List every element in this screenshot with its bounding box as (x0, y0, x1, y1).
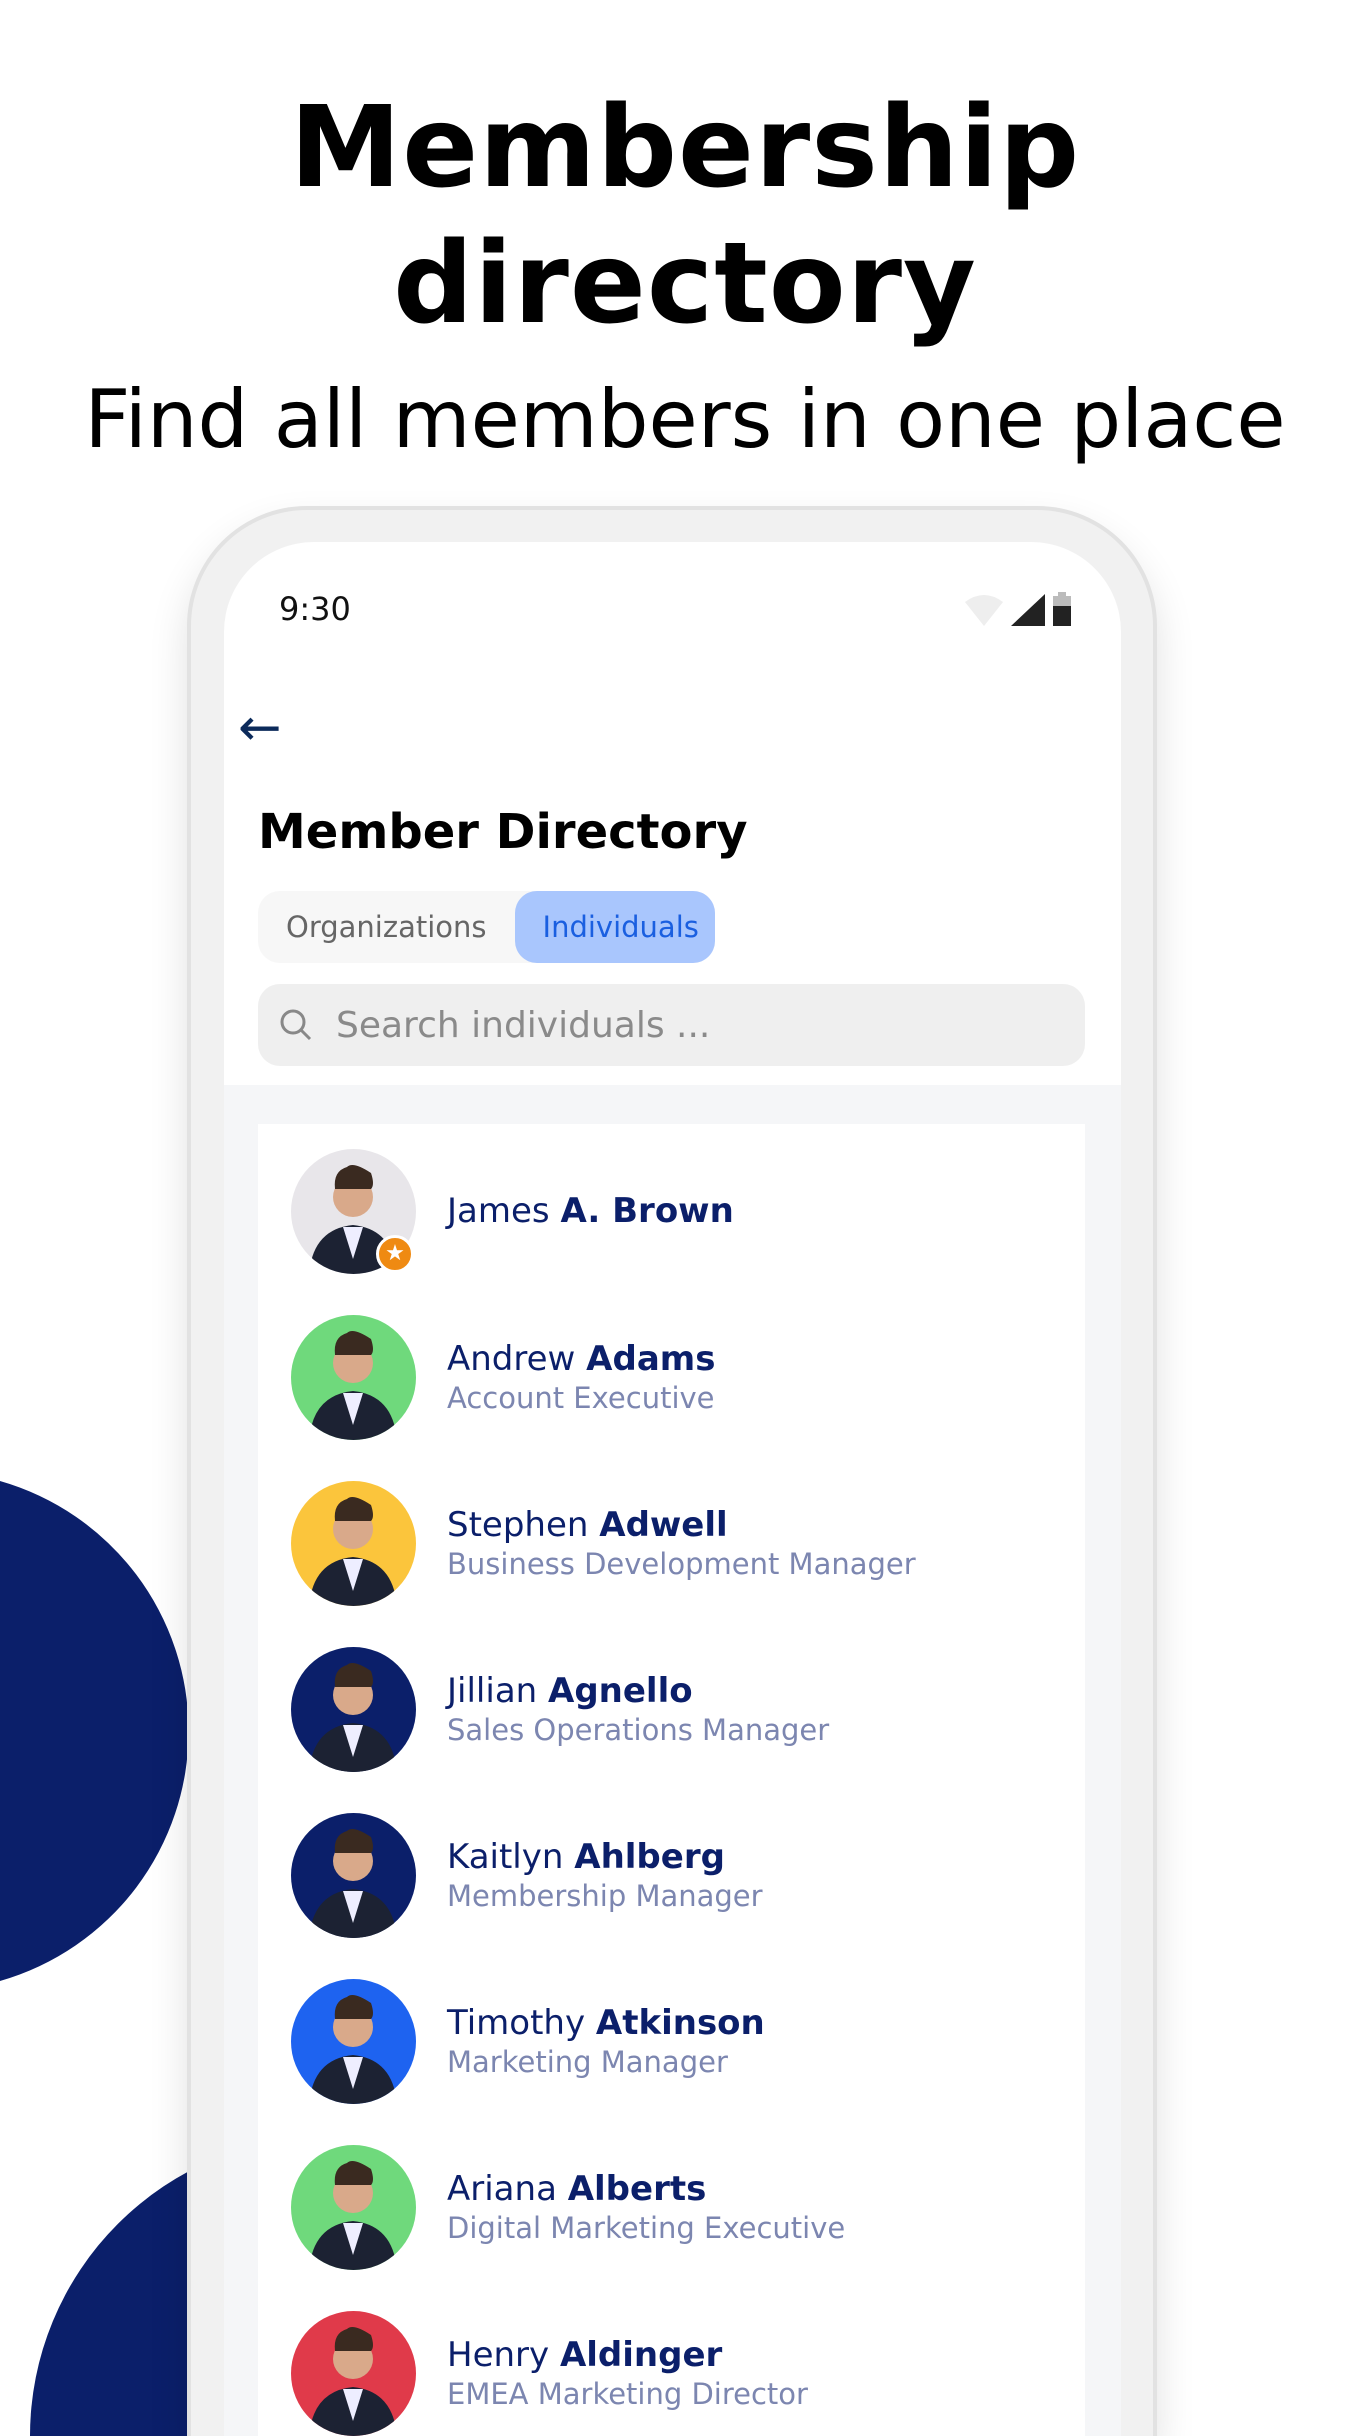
avatar (291, 1813, 416, 1938)
avatar (291, 1979, 416, 2104)
member-name: Andrew Adams (447, 1339, 715, 1379)
person-photo-icon (291, 1647, 416, 1772)
member-name: Timothy Atkinson (447, 2003, 765, 2043)
member-row[interactable]: Jillian Agnello Sales Operations Manager (258, 1647, 1085, 1772)
member-role: Digital Marketing Executive (447, 2211, 846, 2245)
member-name: Stephen Adwell (447, 1505, 728, 1545)
member-last-name: Atkinson (595, 2003, 765, 2043)
person-photo-icon (291, 1481, 416, 1606)
avatar (291, 2145, 416, 2270)
search-placeholder: Search individuals ... (336, 1004, 711, 1046)
avatar (291, 1481, 416, 1606)
signal-icon (1011, 594, 1045, 626)
member-row[interactable]: Andrew Adams Account Executive (258, 1315, 1085, 1440)
member-first-name: Stephen (447, 1505, 589, 1545)
status-time: 9:30 (279, 590, 351, 628)
member-role: Membership Manager (447, 1879, 763, 1913)
member-last-name: Ahlberg (574, 1837, 725, 1877)
member-last-name: Adams (586, 1339, 716, 1379)
member-role: Sales Operations Manager (447, 1713, 830, 1747)
tab-organizations[interactable]: Organizations (258, 891, 515, 963)
member-role: EMEA Marketing Director (447, 2377, 808, 2411)
member-first-name: Andrew (447, 1339, 576, 1379)
member-name: Jillian Agnello (447, 1671, 693, 1711)
member-last-name: Alberts (567, 2169, 707, 2209)
member-row[interactable]: Henry Aldinger EMEA Marketing Director (258, 2311, 1085, 2436)
phone-screen: 9:30 ← Member Directory Organizations In… (224, 542, 1121, 2436)
member-role: Account Executive (447, 1381, 715, 1415)
member-name: Ariana Alberts (447, 2169, 706, 2209)
member-first-name: Jillian (447, 1671, 538, 1711)
search-input[interactable]: Search individuals ... (258, 984, 1085, 1066)
member-first-name: Ariana (447, 2169, 557, 2209)
battery-icon (1053, 592, 1071, 626)
search-icon (280, 1009, 312, 1041)
wifi-icon (965, 595, 1003, 626)
hero-subtitle: Find all members in one place (84, 373, 1286, 466)
person-photo-icon (291, 1979, 416, 2104)
member-last-name: A. Brown (560, 1191, 734, 1231)
member-last-name: Agnello (548, 1671, 693, 1711)
member-first-name: Timothy (447, 2003, 586, 2043)
member-row[interactable]: Kaitlyn Ahlberg Membership Manager (258, 1813, 1085, 1938)
member-role: Marketing Manager (447, 2045, 728, 2079)
member-last-name: Aldinger (559, 2335, 723, 2375)
person-photo-icon (291, 1315, 416, 1440)
member-first-name: Kaitlyn (447, 1837, 564, 1877)
member-name: James A. Brown (447, 1191, 734, 1231)
member-name: Kaitlyn Ahlberg (447, 1837, 725, 1877)
page-title: Member Directory (258, 804, 748, 860)
hero-title: Membership directory (0, 80, 1370, 352)
status-icons (965, 592, 1071, 626)
member-row[interactable]: Stephen Adwell Business Development Manag… (258, 1481, 1085, 1606)
hero-title-text: Membership directory (289, 83, 1081, 349)
avatar (291, 2311, 416, 2436)
member-name: Henry Aldinger (447, 2335, 722, 2375)
avatar (291, 1647, 416, 1772)
member-row[interactable]: ★ James A. Brown (258, 1149, 1085, 1274)
member-first-name: Henry (447, 2335, 550, 2375)
tab-individuals[interactable]: Individuals (514, 891, 715, 963)
person-photo-icon (291, 2311, 416, 2436)
person-photo-icon (291, 2145, 416, 2270)
member-row[interactable]: Ariana Alberts Digital Marketing Executiv… (258, 2145, 1085, 2270)
decorative-circle (0, 1481, 189, 1981)
member-row[interactable]: Timothy Atkinson Marketing Manager (258, 1979, 1085, 2104)
star-icon: ★ (376, 1235, 414, 1273)
member-list: ★ James A. Brown Andrew Adams Account Exec… (258, 1124, 1085, 2436)
member-first-name: James (447, 1191, 550, 1231)
segmented-tabs: Organizations Individuals (258, 891, 715, 963)
avatar (291, 1315, 416, 1440)
back-arrow-icon[interactable]: ← (238, 702, 282, 754)
member-last-name: Adwell (599, 1505, 728, 1545)
person-photo-icon (291, 1813, 416, 1938)
member-role: Business Development Manager (447, 1547, 916, 1581)
